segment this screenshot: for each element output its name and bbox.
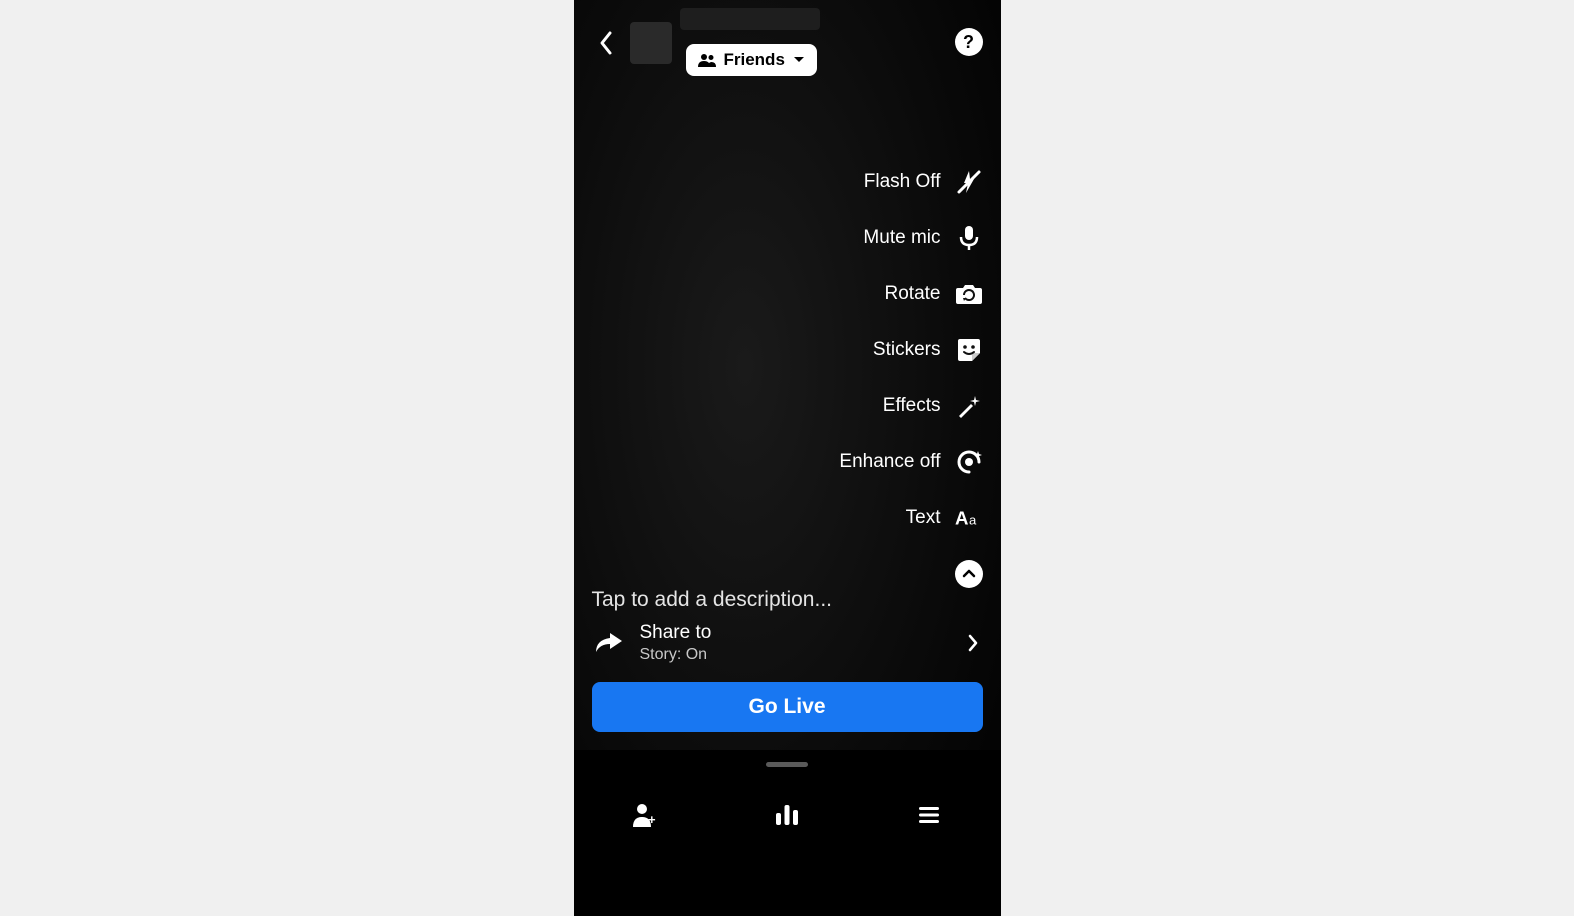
enhance-icon — [955, 448, 983, 476]
help-button[interactable]: ? — [955, 28, 983, 56]
rotate-label: Rotate — [885, 283, 941, 305]
text-icon: Aa — [955, 504, 983, 532]
svg-text:a: a — [969, 513, 977, 528]
text-label: Text — [906, 507, 941, 529]
back-button[interactable] — [592, 29, 620, 57]
redacted-username — [680, 8, 820, 30]
enhance-toggle[interactable]: Enhance off — [839, 448, 982, 476]
share-title: Share to — [640, 622, 949, 645]
chevron-right-icon — [963, 633, 983, 653]
drag-handle[interactable] — [766, 762, 808, 767]
camera-options: Flash Off Mute mic Rotate Stickers Effec — [839, 168, 982, 588]
invite-people-button[interactable]: + — [627, 797, 663, 833]
rotate-camera-button[interactable]: Rotate — [885, 280, 983, 308]
stickers-button[interactable]: Stickers — [873, 336, 983, 364]
go-live-label: Go Live — [748, 695, 825, 719]
share-text: Share to Story: On — [640, 622, 949, 664]
enhance-label: Enhance off — [839, 451, 940, 473]
polls-button[interactable] — [769, 797, 805, 833]
chevron-left-icon — [597, 29, 615, 57]
svg-text:A: A — [955, 508, 968, 529]
stickers-label: Stickers — [873, 339, 941, 361]
profile-thumbnail[interactable] — [630, 22, 672, 64]
go-live-button[interactable]: Go Live — [592, 682, 983, 732]
more-menu-button[interactable] — [911, 797, 947, 833]
share-subtitle: Story: On — [640, 645, 949, 664]
chevron-up-icon — [962, 569, 976, 579]
sticker-icon — [955, 336, 983, 364]
microphone-icon — [955, 224, 983, 252]
share-icon — [592, 626, 626, 660]
effects-label: Effects — [883, 395, 941, 417]
flash-toggle[interactable]: Flash Off — [864, 168, 983, 196]
live-setup-screen: Friends ? Flash Off Mute mic Rotate — [574, 0, 1001, 916]
bar-chart-icon — [774, 803, 800, 827]
audience-label: Friends — [724, 50, 785, 70]
bottom-nav: + — [574, 785, 1001, 845]
friends-icon — [698, 53, 716, 67]
mute-mic-toggle[interactable]: Mute mic — [863, 224, 982, 252]
text-button[interactable]: Text Aa — [906, 504, 983, 532]
rotate-camera-icon — [955, 280, 983, 308]
caret-down-icon — [793, 56, 805, 64]
menu-icon — [917, 805, 941, 825]
mute-label: Mute mic — [863, 227, 940, 249]
share-to-row[interactable]: Share to Story: On — [592, 622, 983, 664]
person-add-icon: + — [631, 802, 659, 828]
collapse-options-button[interactable] — [955, 560, 983, 588]
flash-label: Flash Off — [864, 171, 941, 193]
effects-button[interactable]: Effects — [883, 392, 983, 420]
audience-selector[interactable]: Friends — [686, 44, 817, 76]
effects-icon — [955, 392, 983, 420]
help-icon: ? — [963, 32, 974, 53]
flash-off-icon — [955, 168, 983, 196]
description-input[interactable]: Tap to add a description... — [592, 588, 983, 612]
svg-text:+: + — [648, 812, 656, 827]
